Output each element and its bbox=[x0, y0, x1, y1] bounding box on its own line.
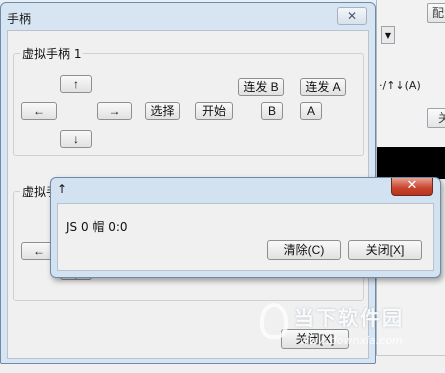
select-button[interactable]: 选择 bbox=[145, 102, 180, 120]
watermark-text: 当下软件园 bbox=[294, 306, 404, 330]
window-close-button[interactable]: ✕ bbox=[337, 7, 367, 25]
a-button[interactable]: A bbox=[300, 102, 322, 120]
virtual-gamepad-1-group: 虚拟手柄 1 ↑ ← → ↓ 选择 开始 连发 B 连发 A B A bbox=[13, 45, 364, 156]
start-button[interactable]: 开始 bbox=[195, 102, 233, 120]
dialog-title: ↑ bbox=[57, 182, 68, 196]
background-mode-text: ·/↑↓(A) bbox=[379, 79, 421, 92]
background-close-button[interactable]: 关 bbox=[427, 108, 445, 128]
background-dropdown-arrow[interactable]: ▼ bbox=[381, 26, 395, 44]
dialog-close-button[interactable]: 关闭[X] bbox=[348, 240, 422, 260]
watermark-logo-icon bbox=[260, 303, 288, 339]
dpad-up-button[interactable]: ↑ bbox=[60, 75, 92, 93]
background-config-button[interactable]: 配置 bbox=[427, 3, 445, 23]
b-button[interactable]: B bbox=[261, 102, 283, 120]
dialog-client: JS 0 帽 0:0 清除(C) 关闭[X] bbox=[57, 203, 434, 271]
joystick-status-text: JS 0 帽 0:0 bbox=[66, 220, 128, 234]
dpad-down-button[interactable]: ↓ bbox=[60, 130, 92, 148]
group-label: 虚拟手柄 1 bbox=[20, 45, 84, 62]
watermark-url: www.downxia.com bbox=[300, 334, 403, 347]
turbo-a-button[interactable]: 连发 A bbox=[300, 78, 346, 96]
dpad-right-button[interactable]: → bbox=[97, 102, 132, 120]
turbo-b-button[interactable]: 连发 B bbox=[238, 78, 284, 96]
window-title: 手柄 bbox=[7, 12, 32, 26]
background-video-area bbox=[377, 147, 445, 179]
dpad-left-button[interactable]: ← bbox=[21, 102, 57, 120]
joystick-dialog: ↑ ✕ JS 0 帽 0:0 清除(C) 关闭[X] bbox=[50, 177, 441, 278]
clear-button[interactable]: 清除(C) bbox=[267, 240, 341, 260]
dialog-close-icon[interactable]: ✕ bbox=[391, 178, 433, 196]
